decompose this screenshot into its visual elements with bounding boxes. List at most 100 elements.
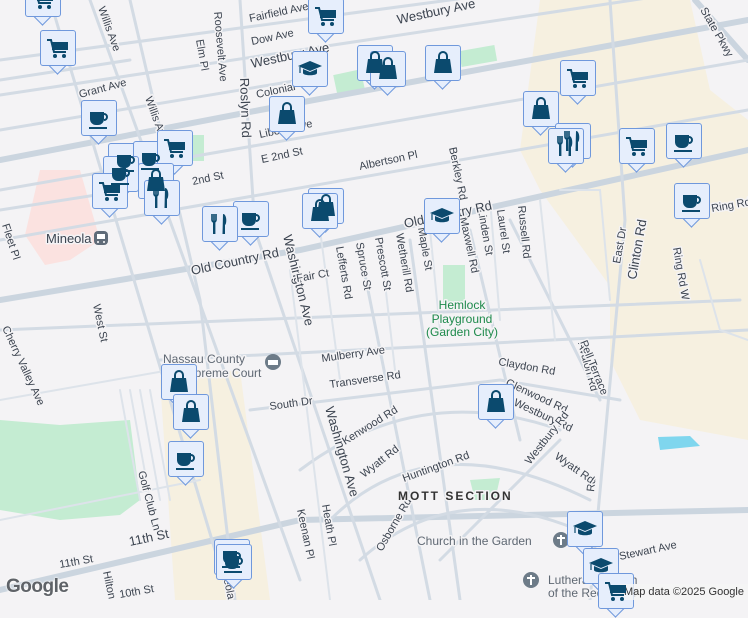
- train-station-icon[interactable]: [94, 231, 108, 245]
- bag-marker[interactable]: [370, 51, 406, 96]
- graduation-cap-icon: [572, 516, 598, 542]
- coffee-cup-icon: [679, 188, 705, 214]
- marker-box: [25, 0, 61, 17]
- bag-marker[interactable]: [302, 193, 338, 238]
- street-label: Fleet Pl: [0, 222, 22, 261]
- street-label: Dow Ave: [250, 27, 295, 48]
- graduation-cap-icon: [297, 56, 323, 82]
- shopping-cart-icon: [30, 0, 56, 12]
- shopping-cart-icon: [313, 3, 339, 29]
- cart-marker[interactable]: [308, 0, 344, 43]
- marker-box: [370, 51, 406, 87]
- marker-box: [478, 384, 514, 420]
- graduation-cap-icon: [429, 203, 455, 229]
- cart-marker[interactable]: [40, 30, 76, 75]
- restaurant-marker[interactable]: [202, 206, 238, 251]
- street-label: Claydon Rd: [497, 356, 556, 378]
- map-attribution[interactable]: Map data ©2025 Google: [619, 584, 748, 600]
- shopping-bag-icon: [166, 369, 192, 395]
- shopping-cart-icon: [565, 65, 591, 91]
- restaurant-marker[interactable]: [548, 128, 584, 173]
- street-label: Osborne Rd: [374, 496, 414, 553]
- marker-box: [168, 441, 204, 477]
- neighborhood-label: MOTT SECTION: [398, 489, 513, 503]
- marker-box: [202, 206, 238, 242]
- coffee-cup-icon: [173, 446, 199, 472]
- marker-box: [548, 128, 584, 164]
- bag-marker[interactable]: [478, 384, 514, 429]
- mineola-label: Mineola: [46, 231, 92, 246]
- courthouse-icon[interactable]: [265, 354, 281, 370]
- cart-marker[interactable]: [92, 173, 128, 218]
- shopping-bag-icon: [375, 56, 401, 82]
- marker-box: [292, 51, 328, 87]
- street-label: Westbury Ave: [396, 0, 477, 27]
- coffee-marker[interactable]: [233, 201, 269, 246]
- street-label: Roslyn Rd: [237, 78, 254, 138]
- coffee-cup-icon: [238, 206, 264, 232]
- fork-knife-icon: [553, 133, 579, 159]
- street-label: Huntington Rd: [401, 449, 471, 484]
- shopping-bag-icon: [483, 389, 509, 415]
- street-label: Hilton: [100, 570, 118, 600]
- marker-box: [144, 180, 180, 216]
- marker-box: [81, 100, 117, 136]
- marker-box: [424, 198, 460, 234]
- fork-knife-icon: [207, 211, 233, 237]
- street-label: Laurel St: [494, 209, 512, 254]
- street-label: Berkley Rd: [446, 146, 469, 201]
- coffee-cup-icon: [671, 128, 697, 154]
- restaurant-marker[interactable]: [144, 180, 180, 225]
- shopping-cart-icon: [162, 135, 188, 161]
- marker-box: [269, 96, 305, 132]
- church-label: Church in the Garden: [417, 534, 532, 548]
- street-label: 11th St: [128, 526, 171, 549]
- cart-marker[interactable]: [598, 573, 634, 618]
- cart-marker[interactable]: [560, 60, 596, 105]
- marker-box: [560, 60, 596, 96]
- shopping-bag-icon: [307, 198, 333, 224]
- street-label: Spruce St: [353, 241, 373, 291]
- marker-box: [666, 123, 702, 159]
- shopping-bag-icon: [528, 96, 554, 122]
- coffee-marker[interactable]: [216, 544, 252, 589]
- school-marker[interactable]: [292, 51, 328, 96]
- bag-marker[interactable]: [269, 96, 305, 141]
- marker-box: [92, 173, 128, 209]
- coffee-marker[interactable]: [168, 441, 204, 486]
- marker-box: [598, 573, 634, 609]
- street-label: Keenan Pl: [294, 508, 316, 560]
- street-label: Roosevelt Ave: [211, 11, 229, 82]
- shopping-cart-icon: [624, 133, 650, 159]
- shopping-bag-icon: [430, 50, 456, 76]
- school-marker[interactable]: [424, 198, 460, 243]
- street-label: 10th St: [118, 583, 154, 600]
- cart-marker[interactable]: [619, 128, 655, 173]
- bag-marker[interactable]: [425, 45, 461, 90]
- park-label: Hemlock: [439, 298, 487, 312]
- church-icon[interactable]: [523, 572, 539, 588]
- coffee-marker[interactable]: [666, 123, 702, 168]
- coffee-marker[interactable]: [674, 183, 710, 228]
- coffee-cup-icon: [86, 105, 112, 131]
- shopping-cart-icon: [603, 578, 629, 604]
- marker-box: [567, 511, 603, 547]
- street-label: 2nd St: [191, 170, 225, 188]
- fork-knife-icon: [149, 185, 175, 211]
- marker-box: [173, 394, 209, 430]
- park-label: (Garden City): [426, 325, 498, 339]
- marker-box: [216, 544, 252, 580]
- marker-box: [674, 183, 710, 219]
- shopping-bag-icon: [274, 101, 300, 127]
- cart-marker[interactable]: [25, 0, 61, 26]
- marker-box: [619, 128, 655, 164]
- marker-box: [425, 45, 461, 81]
- google-logo[interactable]: Google: [6, 576, 69, 598]
- street-label: Stewart Ave: [618, 539, 678, 563]
- shopping-cart-icon: [97, 178, 123, 204]
- coffee-marker[interactable]: [81, 100, 117, 145]
- street-label: E 2nd St: [260, 145, 304, 166]
- park-label: Playground: [432, 312, 493, 326]
- bag-marker[interactable]: [173, 394, 209, 439]
- marker-box: [40, 30, 76, 66]
